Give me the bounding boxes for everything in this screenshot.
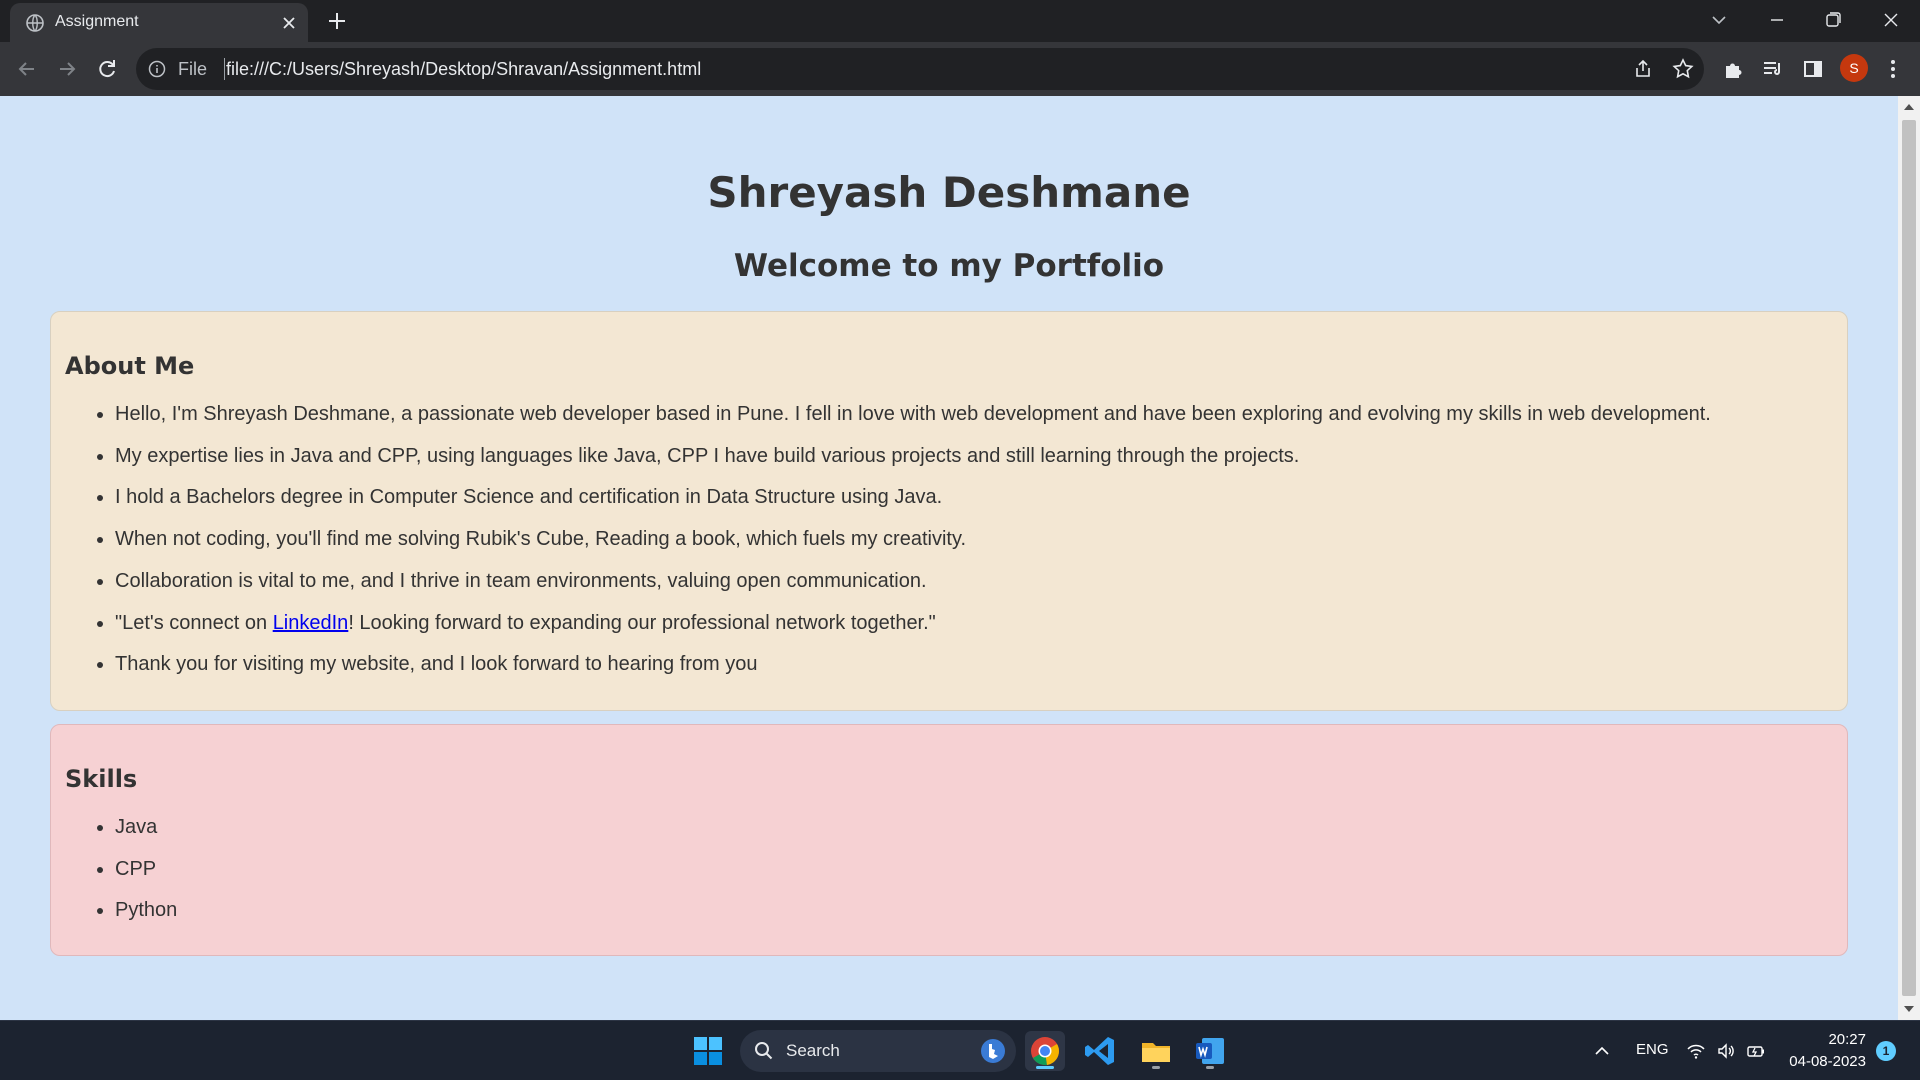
list-item: Collaboration is vital to me, and I thri… <box>115 561 1833 603</box>
site-info-icon[interactable] <box>148 60 166 78</box>
linkedin-text-before: "Let's connect on <box>115 611 273 634</box>
about-section: About Me Hello, I'm Shreyash Deshmane, a… <box>50 311 1848 711</box>
address-bar[interactable]: File file:///C:/Users/Shreyash/Desktop/S… <box>136 48 1704 90</box>
wifi-icon[interactable] <box>1686 1041 1706 1061</box>
page-title: Shreyash Deshmane <box>707 168 1191 217</box>
browser-toolbar: File file:///C:/Users/Shreyash/Desktop/S… <box>0 42 1920 96</box>
close-tab-icon[interactable] <box>280 14 298 32</box>
list-item: Hello, I'm Shreyash Deshmane, a passiona… <box>115 394 1833 436</box>
list-item: Thank you for visiting my website, and I… <box>115 644 1833 686</box>
skill-item: Java <box>115 807 1833 849</box>
browser-tab-strip: Assignment <box>0 0 1920 42</box>
scroll-up-arrow-icon[interactable] <box>1903 102 1915 112</box>
omnibox-divider <box>224 58 225 80</box>
windows-start-icon[interactable] <box>688 1031 728 1071</box>
skills-list: Java CPP Python <box>65 807 1833 932</box>
taskbar: Search ENG 20:27 04-08-2023 1 <box>0 1020 1920 1080</box>
tab-title: Assignment <box>55 13 139 30</box>
notification-badge[interactable]: 1 <box>1876 1041 1896 1061</box>
running-app-indicator <box>1206 1066 1214 1069</box>
skill-item: Python <box>115 890 1833 932</box>
new-tab-icon[interactable] <box>326 10 348 32</box>
list-item: When not coding, you'll find me solving … <box>115 519 1833 561</box>
vscode-icon[interactable] <box>1080 1031 1120 1071</box>
welcome-heading: Welcome to my Portfolio <box>733 248 1165 284</box>
extensions-puzzle-icon[interactable] <box>1720 56 1746 82</box>
globe-icon <box>26 14 44 32</box>
about-list: Hello, I'm Shreyash Deshmane, a passiona… <box>65 394 1833 686</box>
active-app-indicator <box>1036 1066 1054 1069</box>
list-item: My expertise lies in Java and CPP, using… <box>115 436 1833 478</box>
profile-avatar[interactable]: S <box>1840 54 1868 82</box>
tab-search-chevron-icon[interactable] <box>1704 6 1734 34</box>
chevron-up-icon[interactable] <box>1592 1041 1612 1061</box>
more-menu-icon[interactable] <box>1880 56 1906 82</box>
skill-item: CPP <box>115 849 1833 891</box>
linkedin-text-after: ! Looking forward to expanding our profe… <box>348 611 936 634</box>
vertical-scrollbar[interactable] <box>1898 96 1920 1020</box>
skills-section: Skills Java CPP Python <box>50 724 1848 956</box>
url-text[interactable]: file:///C:/Users/Shreyash/Desktop/Shrava… <box>226 59 701 80</box>
bing-icon[interactable] <box>980 1038 1006 1064</box>
clock-time[interactable]: 20:27 <box>1760 1031 1866 1048</box>
list-item: I hold a Bachelors degree in Computer Sc… <box>115 477 1833 519</box>
word-icon <box>1196 1038 1224 1064</box>
running-app-indicator <box>1152 1066 1160 1069</box>
taskbar-search-box[interactable]: Search <box>740 1030 1016 1072</box>
about-heading: About Me <box>65 352 195 380</box>
restore-icon[interactable] <box>1818 6 1848 34</box>
side-panel-icon[interactable] <box>1800 56 1826 82</box>
file-scheme-label: File <box>178 59 208 79</box>
back-arrow-icon[interactable] <box>14 56 40 82</box>
language-indicator[interactable]: ENG <box>1636 1041 1669 1058</box>
search-label: Search <box>786 1041 840 1060</box>
chrome-icon <box>1031 1037 1059 1066</box>
tab-assignment[interactable]: Assignment <box>10 3 308 42</box>
scrollbar-thumb[interactable] <box>1902 120 1916 996</box>
word-taskbar-icon[interactable] <box>1190 1031 1230 1071</box>
page-viewport: Shreyash Deshmane Welcome to my Portfoli… <box>0 96 1898 1020</box>
volume-icon[interactable] <box>1716 1041 1736 1061</box>
search-icon <box>755 1042 773 1060</box>
minimize-icon[interactable] <box>1762 6 1792 34</box>
close-window-icon[interactable] <box>1876 6 1906 34</box>
share-icon[interactable] <box>1630 56 1656 82</box>
reload-icon[interactable] <box>94 56 120 82</box>
skills-heading: Skills <box>65 765 138 793</box>
clock-date[interactable]: 04-08-2023 <box>1760 1053 1866 1070</box>
bookmark-star-icon[interactable] <box>1670 56 1696 82</box>
media-queue-icon[interactable] <box>1760 56 1786 82</box>
list-item-linkedin: "Let's connect on LinkedIn! Looking forw… <box>115 603 1833 645</box>
linkedin-link[interactable]: LinkedIn <box>273 612 349 634</box>
folder-icon <box>1142 1043 1170 1062</box>
file-explorer-taskbar-icon[interactable] <box>1136 1031 1176 1071</box>
forward-arrow-icon[interactable] <box>54 56 80 82</box>
scroll-down-arrow-icon[interactable] <box>1903 1004 1915 1014</box>
chrome-taskbar-icon[interactable] <box>1025 1031 1065 1071</box>
